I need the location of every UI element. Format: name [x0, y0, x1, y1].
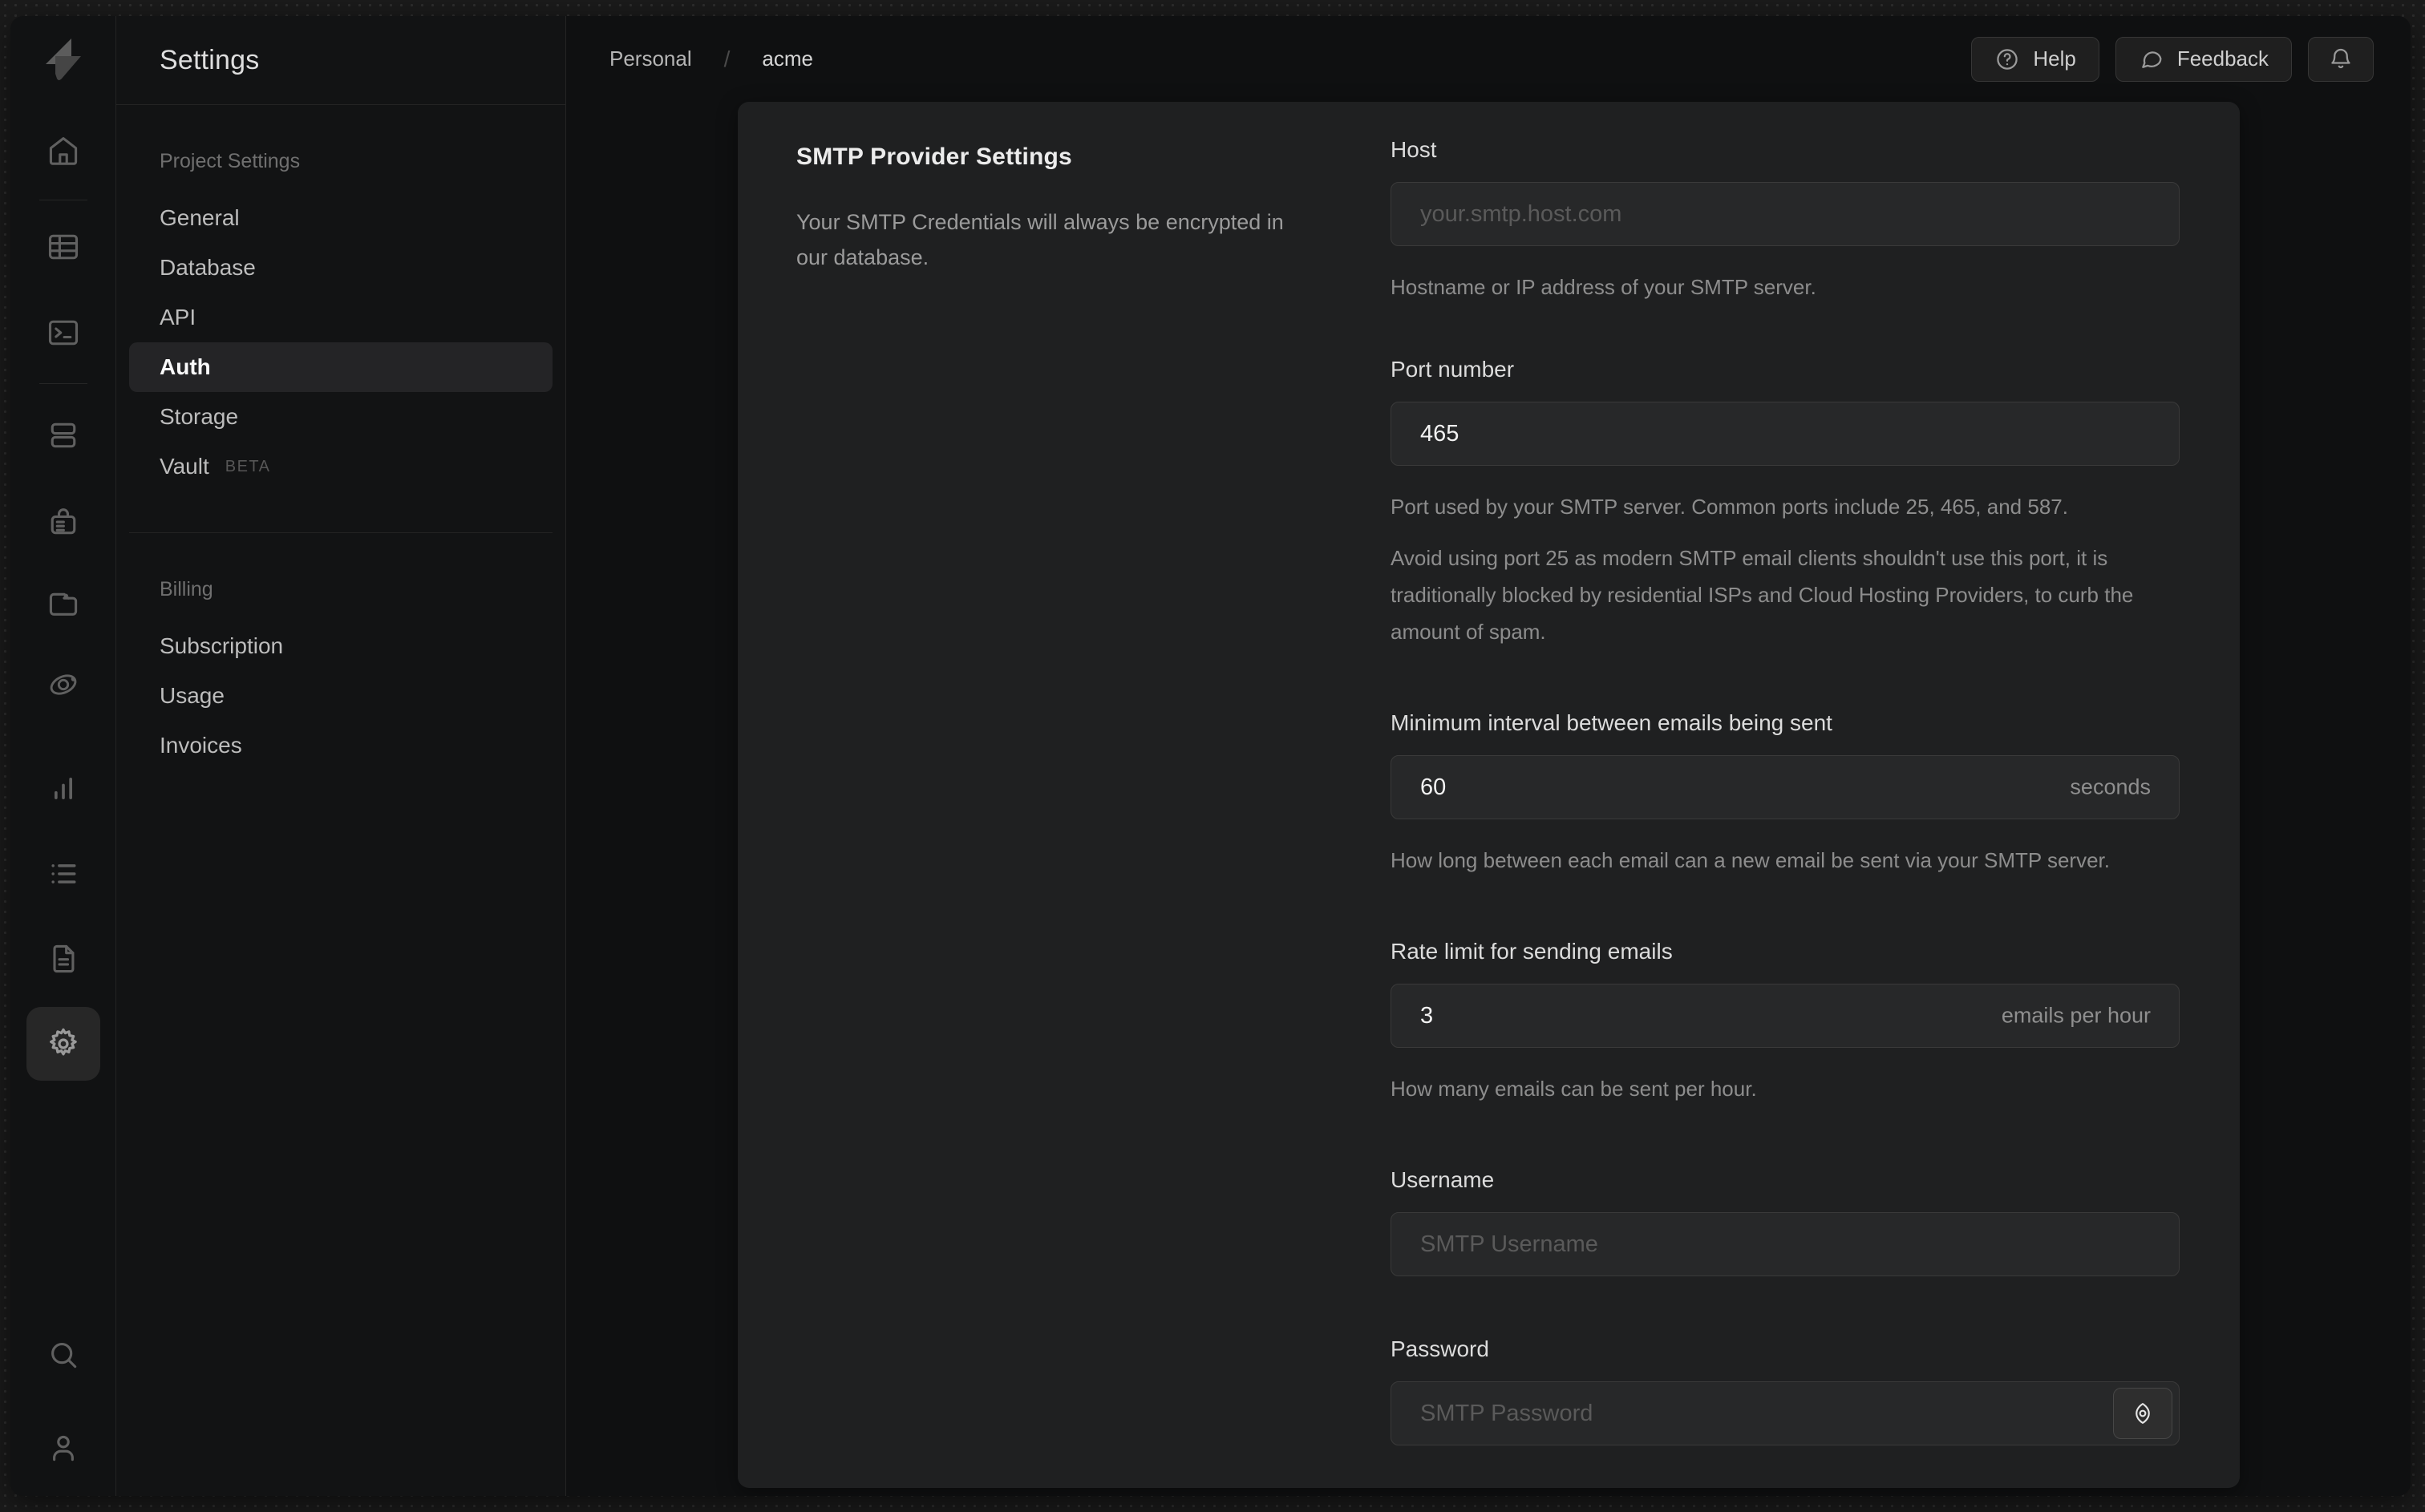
help-button[interactable]: Help: [1971, 36, 2099, 82]
bell-icon: [2331, 48, 2350, 68]
sidebar-item-vault[interactable]: Vault BETA: [129, 442, 553, 491]
field-helper: Port used by your SMTP server. Common po…: [1391, 495, 2068, 519]
settings-sidebar: Settings Project Settings General Databa…: [116, 16, 566, 1496]
smtp-password-input[interactable]: [1391, 1381, 2180, 1445]
smtp-form: Host Hostname or IP address of your SMTP…: [1391, 102, 2240, 1488]
username-field: Username: [1391, 1167, 2180, 1276]
field-label: Host: [1391, 137, 1437, 162]
show-password-button[interactable]: [2113, 1388, 2172, 1439]
field-label: Minimum interval between emails being se…: [1391, 710, 1832, 735]
authentication-icon[interactable]: [46, 503, 81, 539]
field-helper: How long between each email can a new em…: [1391, 848, 2110, 872]
rate-limit-field: Rate limit for sending emails emails per…: [1391, 939, 2180, 1107]
rate-limit-input[interactable]: [1391, 984, 2180, 1048]
beta-badge: BETA: [225, 457, 271, 475]
breadcrumb-project[interactable]: acme: [762, 46, 813, 71]
panel-description: Your SMTP Credentials will always be enc…: [796, 210, 1284, 269]
feedback-button[interactable]: Feedback: [2115, 36, 2292, 82]
supabase-logo-icon[interactable]: [41, 34, 86, 85]
sidebar-item-auth[interactable]: Auth: [129, 342, 553, 392]
sidebar-header: Settings: [116, 16, 565, 105]
profile-icon[interactable]: [46, 1430, 81, 1466]
minimum-interval-field: Minimum interval between emails being se…: [1391, 710, 2180, 879]
panel-info: SMTP Provider Settings Your SMTP Credent…: [738, 102, 1391, 1488]
field-helper: How many emails can be sent per hour.: [1391, 1077, 1757, 1101]
port-input[interactable]: [1391, 402, 2180, 466]
sidebar-item-general[interactable]: General: [129, 193, 553, 243]
panel-title: SMTP Provider Settings: [796, 144, 1072, 170]
eye-icon: [2136, 1403, 2150, 1424]
project-settings-nav: Project Settings General Database API Au…: [116, 105, 565, 770]
main-area: Personal / acme Help Feedback SMTP Provi…: [566, 16, 2411, 1496]
search-icon[interactable]: [46, 1337, 81, 1373]
sql-editor-icon[interactable]: [46, 315, 81, 350]
page-title: Settings: [160, 44, 260, 75]
smtp-settings-panel: SMTP Provider Settings Your SMTP Credent…: [738, 102, 2240, 1488]
sidebar-item-api[interactable]: API: [129, 293, 553, 342]
field-helper: Hostname or IP address of your SMTP serv…: [1391, 275, 1816, 299]
breadcrumb-separator: /: [723, 46, 731, 71]
field-label: Rate limit for sending emails: [1391, 939, 1673, 964]
notifications-button[interactable]: [2308, 36, 2374, 82]
field-label: Password: [1391, 1336, 1489, 1361]
password-field: Password: [1391, 1336, 2180, 1445]
sidebar-item-database[interactable]: Database: [129, 243, 553, 293]
help-circle-icon: [1997, 48, 2018, 70]
table-editor-icon[interactable]: [46, 229, 81, 265]
port-field: Port number Port used by your SMTP serve…: [1391, 357, 2180, 650]
settings-icon[interactable]: [26, 1007, 100, 1081]
field-label: Port number: [1391, 357, 1515, 382]
content-area: SMTP Provider Settings Your SMTP Credent…: [566, 102, 2411, 1496]
reports-icon[interactable]: [46, 772, 81, 807]
minimum-interval-input[interactable]: [1391, 755, 2180, 819]
sidebar-item-subscription[interactable]: Subscription: [129, 621, 553, 671]
host-field: Host Hostname or IP address of your SMTP…: [1391, 137, 2180, 305]
topbar: Personal / acme Help Feedback: [566, 16, 2411, 102]
breadcrumb: Personal / acme: [609, 46, 813, 72]
icon-rail: [10, 16, 116, 1496]
database-icon[interactable]: [46, 418, 81, 453]
field-label: Username: [1391, 1167, 1495, 1192]
logs-icon[interactable]: [46, 856, 81, 891]
sidebar-item-storage[interactable]: Storage: [129, 392, 553, 442]
edge-functions-icon[interactable]: [46, 667, 81, 702]
smtp-username-input[interactable]: [1391, 1212, 2180, 1276]
docs-icon[interactable]: [46, 941, 81, 976]
host-input[interactable]: [1391, 182, 2180, 246]
nav-section-header: Billing: [160, 577, 213, 600]
field-helper: Avoid using port 25 as modern SMTP email…: [1391, 546, 2134, 644]
breadcrumb-org[interactable]: Personal: [609, 46, 692, 71]
nav-section-header: Project Settings: [160, 149, 301, 172]
storage-icon[interactable]: [46, 585, 81, 621]
app-window: Settings Project Settings General Databa…: [10, 16, 2411, 1496]
chat-bubble-icon: [2142, 51, 2162, 68]
rail-divider: [39, 383, 87, 384]
sidebar-item-invoices[interactable]: Invoices: [129, 721, 553, 770]
home-icon[interactable]: [46, 133, 81, 168]
sidebar-item-usage[interactable]: Usage: [129, 671, 553, 721]
